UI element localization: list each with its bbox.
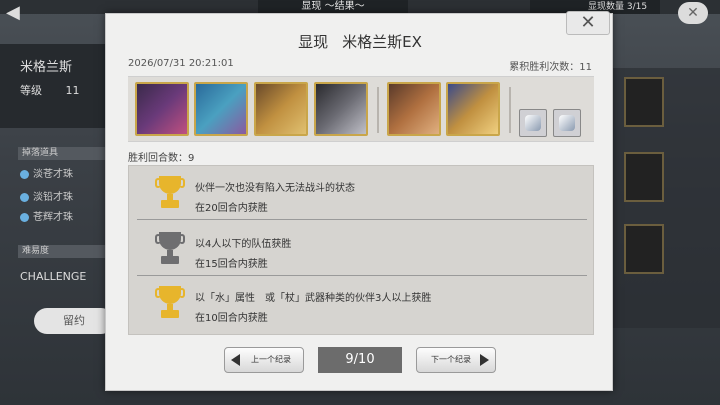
party-member-portrait[interactable]	[194, 82, 248, 136]
conditions-panel: 伙伴一次也没有陷入无法战斗的状态 在20回合内获胜 以4人以下的队伍获胜 在15…	[128, 165, 594, 335]
party-member-portrait[interactable]	[387, 82, 441, 136]
right-portrait[interactable]	[624, 77, 664, 127]
record-dialog: 显现 米格兰斯EX ✕ 2026/07/31 20:21:01 累积胜利次数：11…	[105, 11, 614, 391]
record-date: 2026/07/31 20:21:01	[128, 58, 234, 69]
dialog-title-name: 米格兰斯EX	[342, 33, 422, 51]
arrow-right-icon	[480, 354, 489, 366]
condition-text: 以「水」属性 或「杖」武器种类的伙伴3人以上获胜	[195, 293, 432, 304]
condition-row: 以「水」属性 或「杖」武器种类的伙伴3人以上获胜 在10回合内获胜	[129, 276, 595, 330]
next-record-label: 下一个纪录	[431, 355, 471, 364]
top-close-icon[interactable]: ✕	[678, 2, 708, 24]
condition-sub: 在20回合内获胜	[195, 203, 268, 214]
trophy-icon	[155, 176, 185, 210]
condition-sub: 在10回合内获胜	[195, 313, 268, 324]
party-divider	[377, 87, 379, 133]
orb-item: 淡苍才珠	[20, 165, 73, 180]
left-level-value: 11	[65, 84, 80, 97]
record-navigation: 上一个纪录 9/10 下一个纪录	[224, 347, 496, 373]
right-portrait[interactable]	[624, 152, 664, 202]
difficulty-value: CHALLENGE	[20, 270, 87, 283]
party-member-portrait[interactable]	[254, 82, 308, 136]
win-rounds: 胜利回合数：9	[128, 153, 195, 164]
trophy-icon	[155, 286, 185, 320]
back-icon[interactable]: ◀	[6, 2, 36, 26]
page-indicator: 9/10	[318, 347, 402, 373]
party-member-portrait[interactable]	[446, 82, 500, 136]
equipment-icon[interactable]	[553, 109, 581, 137]
orb-icon	[20, 169, 29, 179]
equipment-icon[interactable]	[519, 109, 547, 137]
cumulative-wins: 累积胜利次数：11	[509, 62, 592, 73]
prev-record-label: 上一个纪录	[251, 355, 291, 364]
dialog-title: 显现 米格兰斯EX	[106, 31, 614, 52]
close-button[interactable]: ✕	[566, 11, 610, 35]
condition-row: 以4人以下的队伍获胜 在15回合内获胜	[129, 222, 595, 276]
condition-sub: 在15回合内获胜	[195, 259, 268, 270]
right-portrait[interactable]	[624, 224, 664, 274]
dialog-title-prefix: 显现	[298, 33, 329, 51]
orb-icon	[20, 212, 29, 222]
condition-row: 伙伴一次也没有陷入无法战斗的状态 在20回合内获胜	[129, 166, 595, 220]
prev-record-button[interactable]: 上一个纪录	[224, 347, 304, 373]
condition-text: 以4人以下的队伍获胜	[195, 239, 292, 250]
drop-section-header: 掉落道具	[18, 147, 108, 160]
arrow-left-icon	[231, 354, 240, 366]
party-divider	[509, 87, 511, 133]
top-title: 显现 ～结果～	[258, 0, 408, 14]
party-member-portrait[interactable]	[314, 82, 368, 136]
left-level: 等级 11	[20, 82, 80, 98]
party-bar	[128, 76, 594, 142]
next-record-button[interactable]: 下一个纪录	[416, 347, 496, 373]
left-title: 米格兰斯	[20, 60, 73, 75]
party-member-portrait[interactable]	[135, 82, 189, 136]
left-button[interactable]: 留约	[34, 308, 114, 334]
left-level-label: 等级	[20, 84, 42, 97]
orb-item: 淡铅才珠	[20, 188, 73, 203]
condition-divider	[137, 219, 587, 220]
close-icon: ✕	[580, 12, 596, 33]
orb-item: 苍辉才珠	[20, 208, 73, 223]
trophy-icon	[155, 232, 185, 266]
orb-icon	[20, 192, 29, 202]
difficulty-section-header: 难易度	[18, 245, 108, 258]
condition-text: 伙伴一次也没有陷入无法战斗的状态	[195, 183, 355, 194]
